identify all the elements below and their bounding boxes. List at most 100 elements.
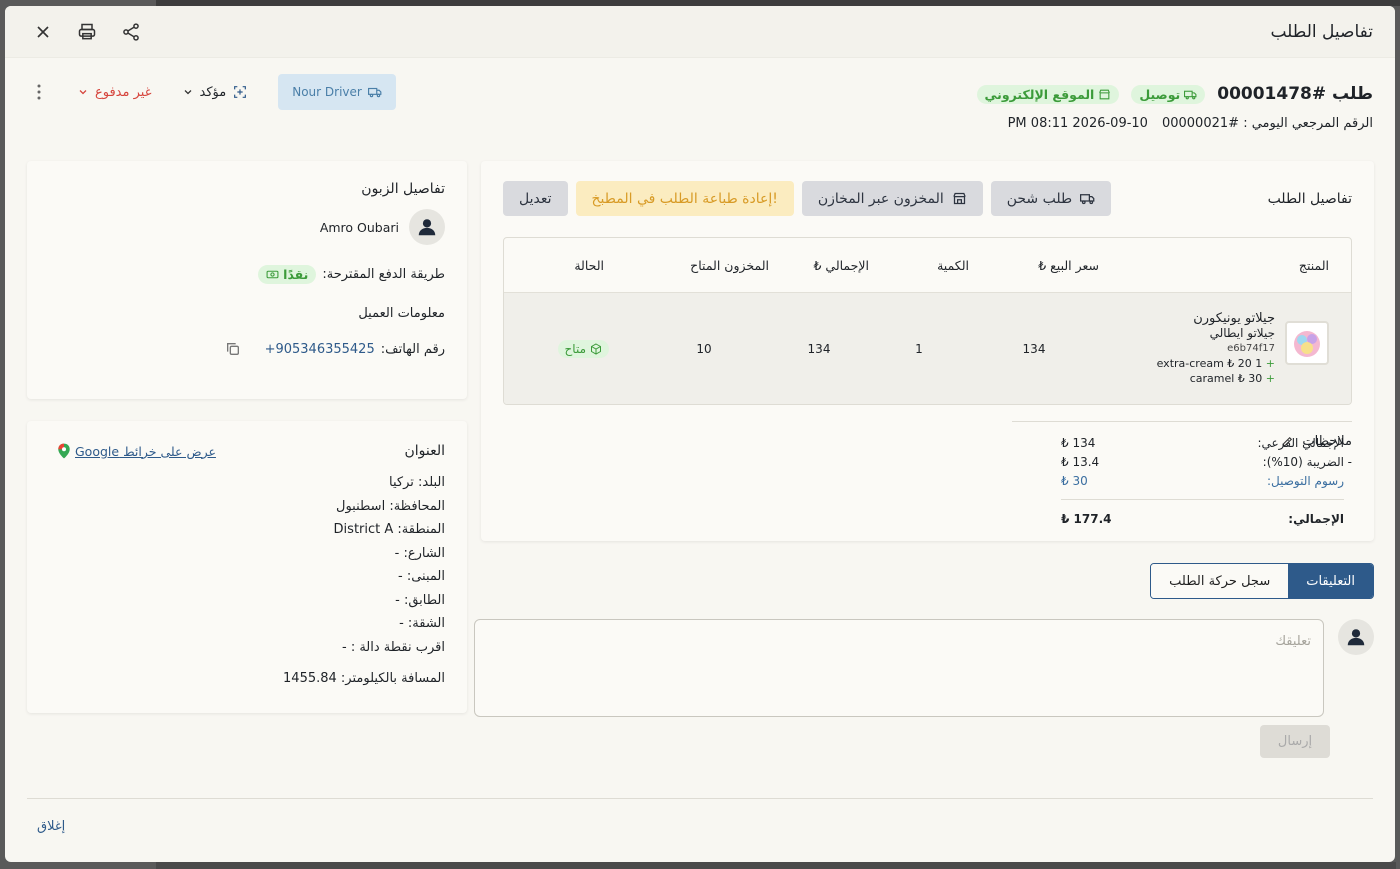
google-maps-link[interactable]: عرض على خرائط Google [57, 443, 216, 459]
share-icon[interactable] [119, 20, 143, 44]
order-actions: تعديل إعادة طباعة الطلب في المطبخ! المخز… [503, 181, 1112, 216]
product-image [1285, 321, 1329, 365]
col-total: الإجمالي ₺ [813, 257, 869, 273]
copy-icon[interactable] [225, 341, 241, 357]
daily-ref-label: الرقم المرجعي اليومي : [1243, 116, 1373, 131]
payment-method-label: طريقة الدفع المقترحة: [322, 267, 445, 282]
address-line: البلد: تركيا [389, 475, 445, 490]
distance-km: المسافة بالكيلومتر: 1455.84 [283, 671, 445, 686]
reprint-kitchen-button[interactable]: إعادة طباعة الطلب في المطبخ! [575, 181, 794, 216]
order-details-modal: تفاصيل الطلب طلب #00001478 توصيل الموقع … [5, 6, 1395, 862]
customer-title: تفاصيل الزبون [361, 181, 445, 197]
address-lines: البلد: تركيا المحافظة: اسطنبول المنطقة: … [49, 471, 445, 659]
subtotal-label: الإجمالي الفرعي: [1257, 436, 1344, 450]
payment-method-row: طريقة الدفع المقترحة: نقدًا [49, 265, 445, 284]
delivery-badge: توصيل [1131, 84, 1206, 104]
address-card: العنوان عرض على خرائط Google البلد: تركي… [27, 421, 467, 713]
col-product: المنتج [1298, 257, 1329, 273]
col-stock: المخزون المتاح [690, 257, 769, 273]
chevron-down-icon [184, 90, 191, 95]
order-number: طلب #00001478 [1217, 84, 1373, 104]
truck-icon [367, 87, 382, 98]
qty-cell: 1 [915, 341, 923, 356]
reference-row: الرقم المرجعي اليومي : #00000021 2026-09… [977, 116, 1373, 131]
more-options-icon[interactable] [27, 74, 51, 110]
tab-order-history[interactable]: سجل حركة الطلب [1151, 564, 1289, 598]
stock-across-warehouses-button[interactable]: المخزون عبر المخازن [801, 181, 983, 216]
total-value: ₺ 177.4 [1061, 512, 1112, 526]
order-head: طلب #00001478 توصيل الموقع الإلكتروني ال… [27, 74, 1373, 144]
customer-info-title: معلومات العميل [358, 306, 445, 321]
available-badge: متاح [557, 339, 609, 358]
order-details-card: تفاصيل الطلب تعديل إعادة طباعة الطلب في … [481, 161, 1374, 541]
customer-card: تفاصيل الزبون Amro Oubari طريقة الدفع ال… [27, 161, 467, 399]
price-cell: 134 [1022, 341, 1046, 356]
tax-label: الضريبة (10%): [1262, 455, 1344, 469]
phone-label: رقم الهاتف: [380, 341, 445, 357]
items-table: المنتج سعر البيع ₺ الكمية الإجمالي ₺ الم… [503, 237, 1352, 405]
avatar [1338, 619, 1374, 655]
modal-header: تفاصيل الطلب [5, 6, 1395, 58]
phone-row: رقم الهاتف: +905346355425 [49, 341, 445, 357]
header-actions [31, 20, 143, 44]
store-icon [1099, 89, 1111, 99]
col-status: الحالة [574, 257, 604, 273]
warehouse-icon [953, 192, 966, 205]
order-datetime: 2026-09-10 08:11 PM [1007, 116, 1148, 131]
address-line: الشقة: - [399, 616, 445, 631]
print-icon[interactable] [75, 20, 99, 44]
subtotal-value: ₺ 134 [1061, 436, 1096, 450]
shipping-request-button[interactable]: طلب شحن [990, 181, 1112, 216]
addon-item: + 1 extra-cream ₺ 20 [1156, 357, 1275, 370]
send-button[interactable]: إرسال [1260, 725, 1330, 758]
col-qty: الكمية [937, 257, 969, 273]
driver-button[interactable]: Nour Driver [278, 74, 396, 110]
edit-button[interactable]: تعديل [503, 181, 568, 216]
status-icon [234, 86, 247, 98]
daily-ref-value: #00000021 [1161, 116, 1240, 131]
col-price: سعر البيع ₺ [1038, 257, 1099, 273]
table-row: جيلاتو يونيكورن جيلاتو ايطالي e6b74f17 +… [504, 292, 1351, 404]
order-summary: طلب #00001478 توصيل الموقع الإلكتروني ال… [976, 84, 1373, 131]
user-icon [418, 219, 436, 236]
modal-title: تفاصيل الطلب [1270, 21, 1373, 42]
close-button[interactable]: إغلاق [37, 819, 65, 834]
address-line: المبنى: - [398, 569, 445, 584]
order-status-dropdown[interactable]: مؤكد [182, 84, 249, 100]
phone-value[interactable]: +905346355425 [265, 342, 375, 357]
address-title: العنوان [404, 443, 445, 459]
table-header: المنتج سعر البيع ₺ الكمية الإجمالي ₺ الم… [504, 238, 1351, 292]
avatar [409, 209, 445, 245]
total-cell: 134 [807, 341, 831, 356]
payment-status-dropdown[interactable]: غير مدفوع [77, 85, 152, 100]
address-line: المحافظة: اسطنبول [336, 498, 445, 514]
comment-area: تعليقك [474, 619, 1374, 717]
truck-icon [1080, 194, 1095, 205]
order-summary-totals: الإجمالي الفرعي: ₺ 134 الضريبة (10%): ₺ 13… [1061, 434, 1344, 529]
delivery-fee-label: رسوم التوصيل: [1266, 474, 1344, 488]
order-details-title: تفاصيل الطلب [1267, 190, 1352, 207]
backdrop [156, 862, 1396, 869]
status-cell: متاح [526, 339, 639, 358]
addon-item: + caramel ₺ 30 [1189, 372, 1275, 385]
payment-method-badge: نقدًا [258, 265, 317, 284]
stock-cell: 10 [696, 341, 712, 356]
customer-name: Amro Oubari [319, 219, 399, 235]
user-icon [1347, 629, 1365, 646]
truck-icon [1184, 90, 1197, 99]
map-pin-icon [58, 443, 70, 459]
cash-icon [266, 270, 279, 279]
chevron-down-icon [79, 90, 87, 95]
comment-tabs: التعليقات سجل حركة الطلب [1150, 563, 1374, 599]
address-line: الشارع: - [394, 545, 445, 561]
tax-value: ₺ 13.4 [1061, 455, 1100, 469]
tab-comments[interactable]: التعليقات [1288, 564, 1373, 598]
product-cell: جيلاتو يونيكورن جيلاتو ايطالي e6b74f17 +… [1099, 311, 1329, 386]
address-line: المنطقة: District A [333, 522, 445, 537]
order-controls: غير مدفوع مؤكد Nour Driver [27, 74, 396, 110]
product-code: e6b74f17 [1227, 343, 1275, 354]
product-name: جيلاتو يونيكورن [1193, 311, 1275, 326]
box-icon [591, 342, 601, 355]
comment-input[interactable]: تعليقك [474, 619, 1324, 717]
close-icon[interactable] [31, 20, 55, 44]
